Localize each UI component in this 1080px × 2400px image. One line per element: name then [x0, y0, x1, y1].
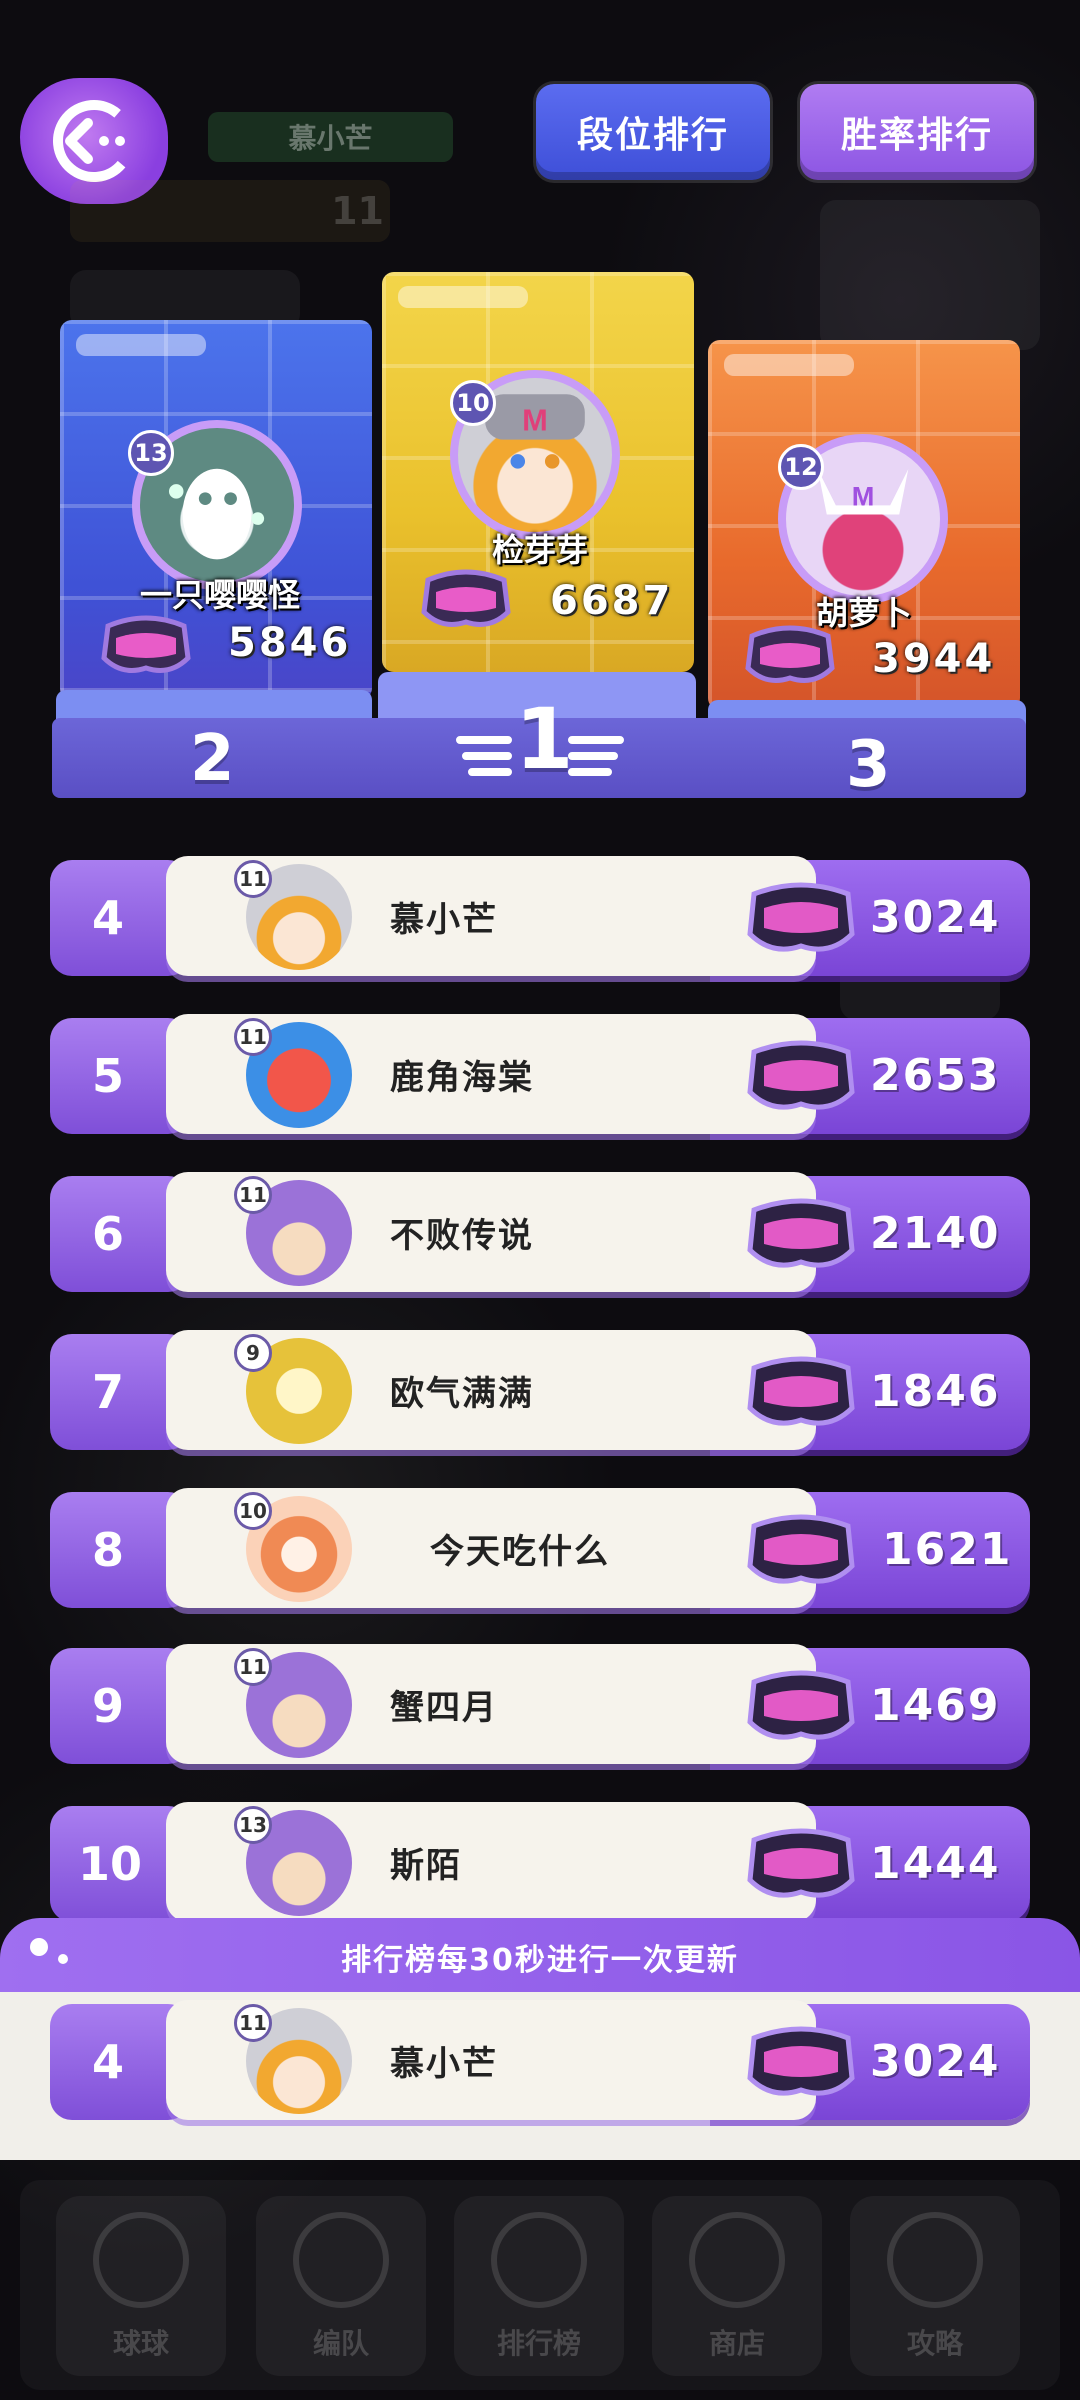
podium-score: 3944: [872, 636, 996, 682]
team-icon: [293, 2212, 389, 2308]
decor-dot: [58, 1954, 68, 1964]
update-notice-banner: 排行榜每30秒进行一次更新: [0, 1918, 1080, 1996]
back-arrow-icon: [53, 100, 135, 182]
podium-score: 6687: [550, 578, 674, 624]
level-badge: 10: [450, 380, 496, 426]
score: 2653: [870, 1049, 1001, 1101]
score: 1444: [870, 1837, 1001, 1889]
leaderboard-row[interactable]: 10 13 斯陌 1444: [50, 1802, 1030, 1924]
player-name: 欧气满满: [390, 1373, 534, 1414]
nav-ball[interactable]: 球球: [56, 2196, 226, 2376]
player-name: 慕小芒: [208, 112, 453, 162]
leaderboard-row[interactable]: 6 11 不败传说 2140: [50, 1172, 1030, 1294]
player-name: 斯陌: [390, 1845, 462, 1886]
level-badge: 11: [234, 1018, 272, 1056]
nav-guide[interactable]: 攻略: [850, 2196, 1020, 2376]
score: 2140: [870, 1207, 1001, 1259]
vr-headset-icon: [747, 1356, 855, 1426]
guide-icon: [887, 2212, 983, 2308]
score: 1846: [870, 1365, 1001, 1417]
decor-dot: [30, 1938, 48, 1956]
score: 3024: [870, 891, 1001, 943]
vr-headset-icon: [747, 2026, 855, 2096]
self-rank-row[interactable]: 4 11 慕小芒 3024: [50, 2000, 1030, 2122]
leaderboard-icon: [491, 2212, 587, 2308]
score: 1469: [870, 1679, 1001, 1731]
level-badge: 11: [234, 860, 272, 898]
level-badge: 12: [778, 444, 824, 490]
vr-headset-icon: [421, 569, 511, 627]
player-name: 鹿角海棠: [390, 1057, 534, 1098]
level-badge: 10: [234, 1492, 272, 1530]
podium-rank: 2: [190, 722, 235, 796]
svg-text:M: M: [852, 480, 875, 511]
leaderboard-row[interactable]: 5 11 鹿角海棠 2653: [50, 1014, 1030, 1136]
podium-rank: 1: [515, 690, 574, 788]
tab-rank-ranking[interactable]: 段位排行: [536, 84, 770, 180]
level-badge: 9: [234, 1334, 272, 1372]
leaderboard-row[interactable]: 9 11 蟹四月 1469: [50, 1644, 1030, 1766]
nav-team[interactable]: 编队: [256, 2196, 426, 2376]
vr-headset-icon: [745, 625, 835, 683]
score: 1621: [882, 1523, 1013, 1575]
vr-headset-icon: [747, 1514, 855, 1584]
vr-headset-icon: [101, 615, 191, 673]
player-name: 慕小芒: [390, 2043, 498, 2084]
level-badge: 11: [234, 1176, 272, 1214]
vr-headset-icon: [747, 1670, 855, 1740]
svg-text:M: M: [522, 403, 548, 438]
leaderboard-row[interactable]: 7 9 欧气满满 1846: [50, 1330, 1030, 1452]
level-badge: 13: [128, 430, 174, 476]
nav-shop[interactable]: 商店: [652, 2196, 822, 2376]
player-name: 不败传说: [390, 1215, 534, 1256]
score: 3024: [870, 2035, 1001, 2087]
player-name: 慕小芒: [390, 899, 498, 940]
level-badge: 11: [234, 2004, 272, 2042]
podium-score: 5846: [228, 620, 352, 666]
vr-headset-icon: [747, 1040, 855, 1110]
player-level: 11: [70, 180, 390, 242]
player-name: 今天吃什么: [430, 1531, 610, 1572]
vr-headset-icon: [747, 882, 855, 952]
leaderboard-row[interactable]: 4 11 慕小芒 3024: [50, 856, 1030, 978]
nav-leaderboard[interactable]: 排行榜: [454, 2196, 624, 2376]
vr-headset-icon: [747, 1828, 855, 1898]
leaderboard-row[interactable]: 8 10 今天吃什么 1621: [50, 1488, 1030, 1610]
ball-icon: [93, 2212, 189, 2308]
level-badge: 11: [234, 1648, 272, 1686]
level-badge: 13: [234, 1806, 272, 1844]
bg-decor: [820, 200, 1040, 350]
vr-headset-icon: [747, 1198, 855, 1268]
cart-icon: [689, 2212, 785, 2308]
player-name: 蟹四月: [390, 1687, 498, 1728]
podium-rank: 3: [846, 728, 891, 802]
tab-winrate-ranking[interactable]: 胜率排行: [800, 84, 1034, 180]
